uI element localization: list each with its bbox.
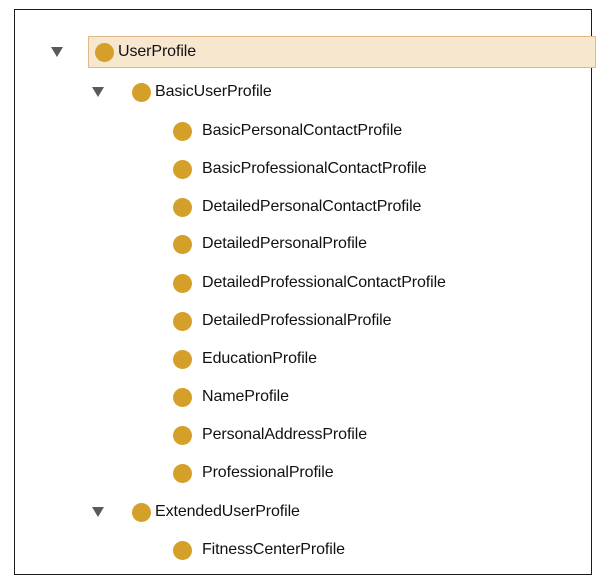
tree-node-label: DetailedPersonalProfile — [202, 235, 367, 252]
tree-node-label: DetailedPersonalContactProfile — [202, 198, 422, 215]
tree-node-leaf[interactable]: DetailedProfessionalContactProfile — [173, 270, 446, 296]
class-dot-icon — [173, 197, 192, 217]
tree-node-label: BasicProfessionalContactProfile — [202, 160, 427, 177]
tree-node-leaf[interactable]: DetailedPersonalProfile — [173, 231, 367, 257]
tree-node-leaf[interactable]: ProfessionalProfile — [173, 460, 334, 486]
tree-node-label: BasicUserProfile — [155, 83, 272, 100]
tree-node-label: FitnessCenterProfile — [202, 541, 345, 558]
class-dot-icon — [173, 349, 192, 369]
class-dot-icon — [132, 502, 151, 522]
class-dot-icon — [173, 540, 192, 560]
tree-node-label: PersonalAddressProfile — [202, 426, 367, 443]
tree-node-leaf[interactable]: FitnessCenterProfile — [173, 537, 345, 563]
tree-node-leaf[interactable]: PersonalAddressProfile — [173, 422, 367, 448]
tree-node-label: NameProfile — [202, 388, 289, 405]
tree-node-leaf[interactable]: EducationProfile — [173, 346, 317, 372]
expand-toggle-icon[interactable] — [92, 87, 104, 97]
tree-node-label: EducationProfile — [202, 350, 317, 367]
tree-node-leaf[interactable]: DetailedPersonalContactProfile — [173, 194, 421, 220]
class-dot-icon — [173, 234, 192, 254]
expand-toggle-icon[interactable] — [92, 507, 104, 517]
tree-node-label: BasicPersonalContactProfile — [202, 122, 403, 139]
expand-toggle-icon[interactable] — [51, 47, 63, 57]
class-dot-icon — [173, 463, 192, 483]
tree-node-label: ExtendedUserProfile — [155, 503, 300, 520]
class-dot-icon — [132, 82, 151, 102]
tree-node-leaf[interactable]: NameProfile — [173, 384, 289, 410]
class-dot-icon — [95, 42, 114, 62]
tree-node-label: DetailedProfessionalContactProfile — [202, 274, 446, 291]
tree-node-label: DetailedProfessionalProfile — [202, 312, 392, 329]
tree-node-userprofile[interactable]: UserProfile — [51, 39, 196, 65]
class-dot-icon — [173, 387, 192, 407]
class-dot-icon — [173, 311, 192, 331]
tree-node-leaf[interactable]: BasicPersonalContactProfile — [173, 118, 402, 144]
tree-node-leaf[interactable]: DetailedProfessionalProfile — [173, 308, 392, 334]
class-dot-icon — [173, 121, 192, 141]
tree-node-leaf[interactable]: BasicProfessionalContactProfile — [173, 156, 427, 182]
tree-node-extendeduserprofile[interactable]: ExtendedUserProfile — [92, 499, 300, 525]
class-dot-icon — [173, 425, 192, 445]
class-dot-icon — [173, 159, 192, 179]
tree-node-label: ProfessionalProfile — [202, 464, 334, 481]
tree-node-label: UserProfile — [118, 43, 197, 60]
class-dot-icon — [173, 273, 192, 293]
tree-node-basicuserprofile[interactable]: BasicUserProfile — [92, 79, 272, 105]
